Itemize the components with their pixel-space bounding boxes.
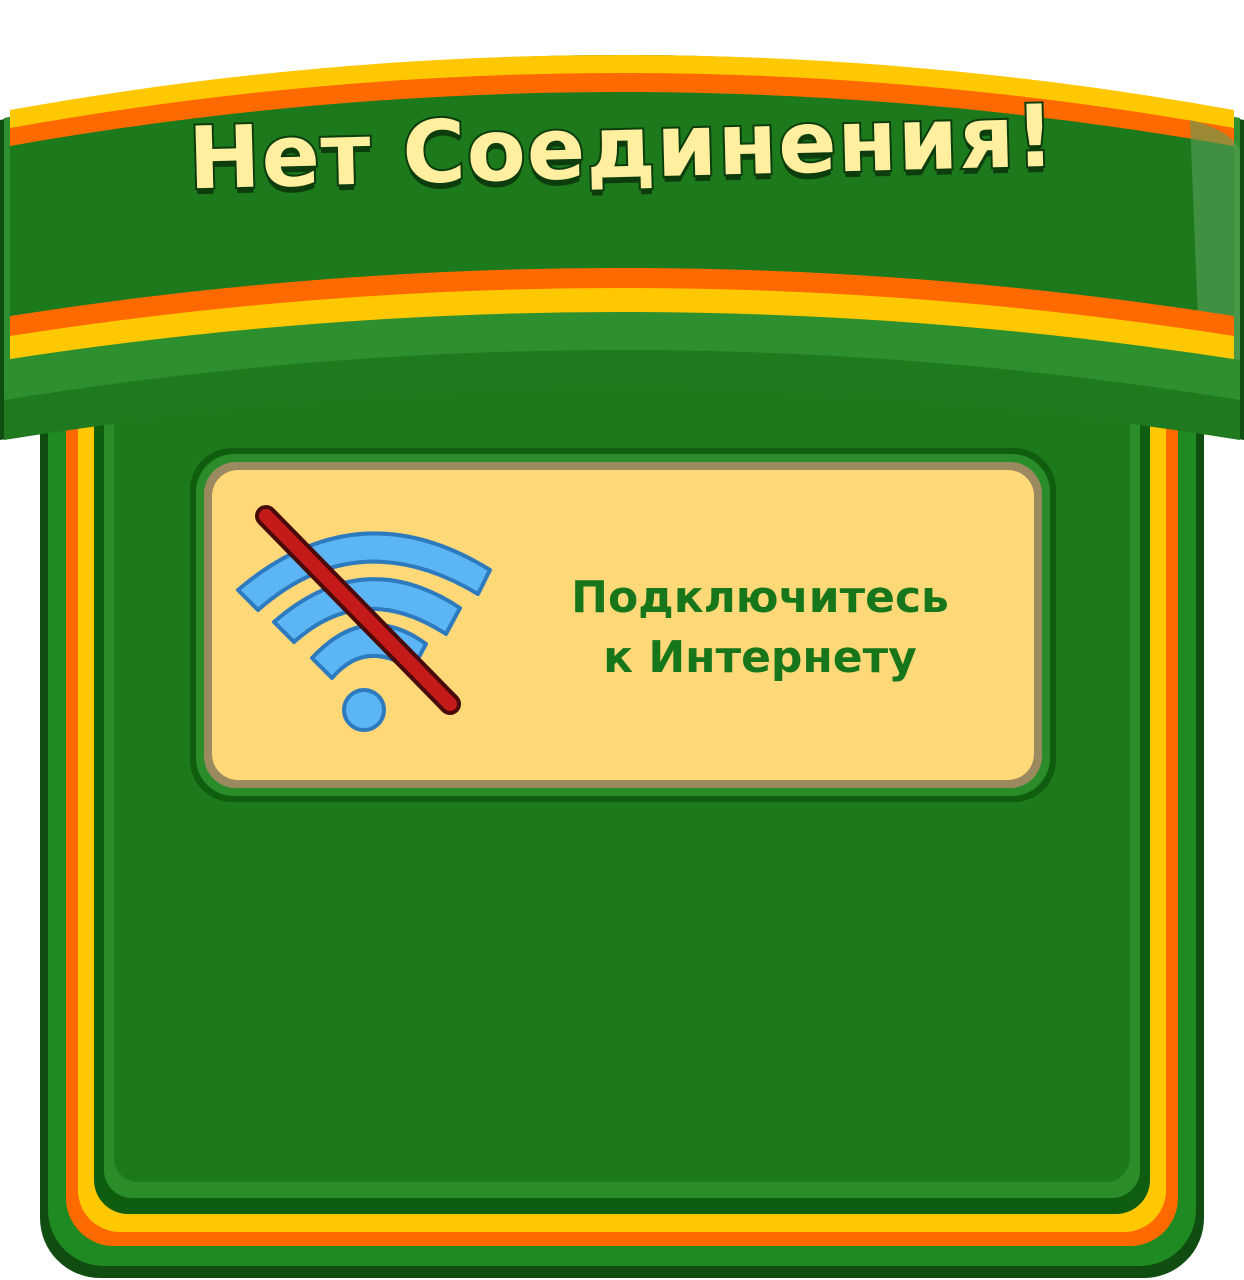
connect-message: Подключитесь к Интернету — [520, 568, 1000, 688]
message-line-2: к Интернету — [603, 632, 917, 683]
wifi-dot — [342, 688, 386, 732]
wifi-off-icon — [236, 505, 492, 732]
message-line-1: Подключитесь — [571, 572, 949, 623]
no-connection-dialog: Нет Соединения! Подключитесь к Интернету — [0, 0, 1244, 1280]
